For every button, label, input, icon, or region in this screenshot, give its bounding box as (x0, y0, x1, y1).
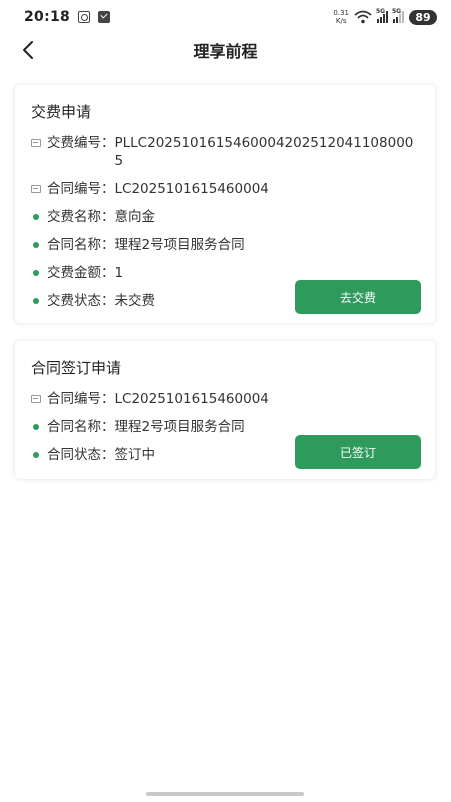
bullet-dot-icon (33, 424, 39, 430)
payment-name-label: 交费名称： (47, 209, 115, 225)
status-left: 20:18 (24, 9, 111, 25)
contract-name-label: 合同名称： (47, 237, 115, 253)
check-box-icon (98, 11, 111, 23)
battery-indicator: 89 (409, 9, 437, 25)
contract-number-label: 合同编号： (47, 391, 115, 407)
nav-bar: 理享前程 (0, 34, 451, 66)
bullet-dot-icon (33, 298, 39, 304)
payment-row-number: 交费编号： PLLC202510161546000420251204110800… (31, 134, 419, 170)
contract-name-value: 理程2号项目服务合同 (114, 237, 245, 253)
payment-row-name: 交费名称： 意向金 (31, 208, 419, 226)
payment-status-value: 未交费 (114, 293, 156, 309)
bullet-dot-icon (33, 452, 39, 458)
status-right: 0.31 K/s 5G 5G 89 (333, 8, 437, 25)
payment-status-label: 交费状态： (47, 293, 115, 309)
payment-card-title: 交费申请 (31, 103, 92, 121)
signal-icon-2: 5G (392, 8, 404, 23)
signal-label-1: 5G (376, 8, 386, 15)
bullet-dot-icon (33, 242, 39, 248)
back-button[interactable] (14, 36, 42, 64)
signal-icon-1: 5G (376, 8, 388, 23)
wifi-icon (354, 10, 372, 24)
home-indicator[interactable] (146, 792, 304, 796)
network-speed: 0.31 K/s (333, 9, 349, 25)
screen-record-icon (78, 11, 91, 23)
contract-row-number: 合同编号： LC2025101615460004 (31, 390, 419, 408)
document-icon (31, 139, 41, 147)
contract-name-label: 合同名称： (47, 419, 115, 435)
contract-name-value: 理程2号项目服务合同 (114, 419, 245, 435)
status-bar: 20:18 0.31 K/s 5G 5G 89 (0, 0, 451, 34)
payment-amount-value: 1 (114, 265, 124, 281)
payment-amount-label: 交费金额： (47, 265, 115, 281)
document-icon (31, 395, 41, 403)
bullet-dot-icon (33, 270, 39, 276)
payment-request-card: 交费申请 交费编号： PLLC2025101615460004202512041… (14, 84, 436, 324)
payment-number-label: 交费编号： (47, 135, 115, 151)
signed-button[interactable]: 已签订 (295, 435, 421, 469)
payment-number-value: PLLC20251016154600042025120411080005 (114, 135, 414, 169)
status-time: 20:18 (24, 9, 71, 25)
contract-number-label: 合同编号： (47, 181, 115, 197)
contract-status-label: 合同状态： (47, 447, 115, 463)
payment-name-value: 意向金 (114, 209, 156, 225)
network-speed-value: 0.31 (333, 9, 349, 17)
signal-label-2: 5G (392, 8, 402, 15)
network-speed-unit: K/s (335, 17, 347, 25)
document-icon (31, 185, 41, 193)
contract-number-value: LC2025101615460004 (114, 391, 269, 407)
page-title: 理享前程 (193, 42, 258, 61)
contract-status-value: 签订中 (114, 447, 156, 463)
contract-signing-card: 合同签订申请 合同编号： LC2025101615460004 合同名称： 理程… (14, 340, 436, 480)
pay-button[interactable]: 去交费 (295, 280, 421, 314)
contract-card-title: 合同签订申请 (31, 359, 122, 377)
payment-row-contract-name: 合同名称： 理程2号项目服务合同 (31, 236, 419, 254)
payment-row-contract-number: 合同编号： LC2025101615460004 (31, 180, 419, 198)
bullet-dot-icon (33, 214, 39, 220)
chevron-left-icon (23, 41, 33, 59)
contract-row-name: 合同名称： 理程2号项目服务合同 (31, 418, 419, 436)
contract-number-value: LC2025101615460004 (114, 181, 269, 197)
